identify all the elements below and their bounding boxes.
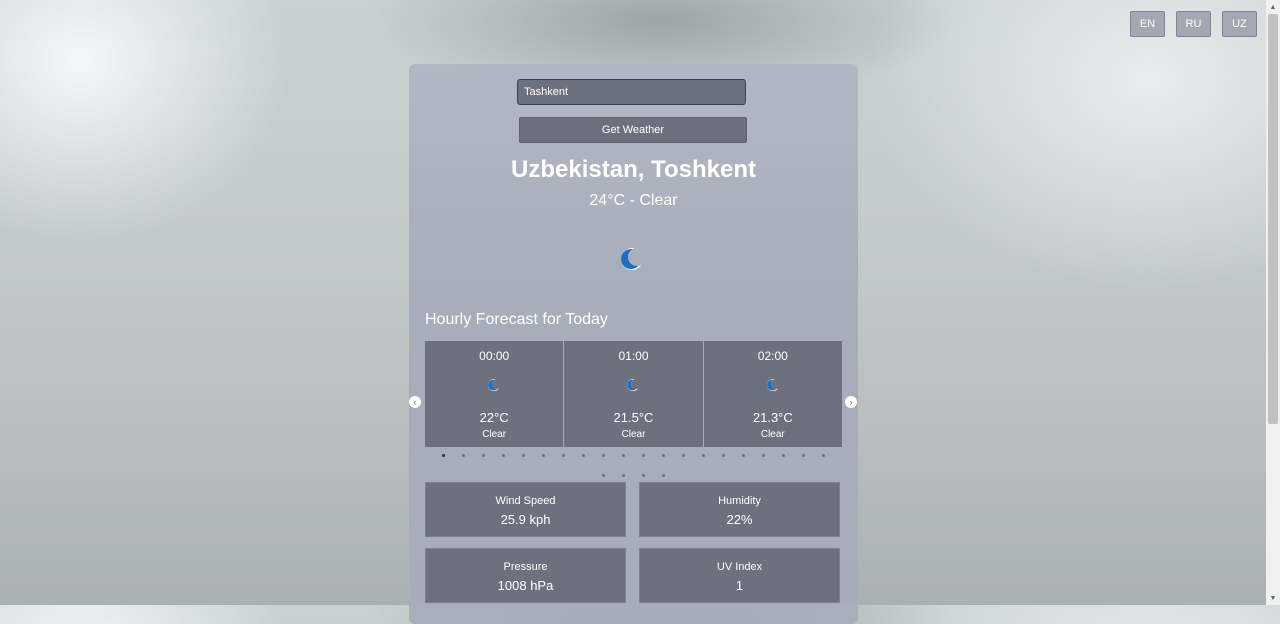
uv-index-panel: UV Index 1: [639, 548, 840, 603]
carousel-dot[interactable]: [502, 454, 505, 457]
carousel-dot[interactable]: [622, 474, 625, 477]
pressure-label: Pressure: [503, 561, 548, 573]
hourly-condition: Clear: [482, 429, 507, 440]
location-title: Uzbekistan, Toshkent: [511, 156, 756, 183]
hourly-time: 02:00: [757, 349, 788, 363]
carousel-dot[interactable]: [622, 454, 625, 457]
carousel-dot[interactable]: [702, 454, 705, 457]
get-weather-button[interactable]: Get Weather: [519, 117, 747, 143]
weather-card: Tashkent Get Weather Uzbekistan, Toshken…: [409, 64, 858, 624]
hourly-temperature: 21.5°C: [613, 410, 654, 425]
carousel-next-chevron-icon[interactable]: ›: [845, 396, 857, 408]
hourly-time: 00:00: [479, 349, 510, 363]
hourly-forecast-title: Hourly Forecast for Today: [425, 311, 608, 328]
hourly-slide: 01:00 21.5°C Clear: [564, 341, 703, 447]
pressure-value: 1008 hPa: [497, 578, 554, 593]
current-temperature: 24°C - Clear: [589, 192, 678, 209]
carousel-prev-chevron-icon[interactable]: ‹: [409, 396, 421, 408]
hourly-condition: Clear: [621, 429, 646, 440]
crescent-moon-icon: [766, 379, 779, 391]
lang-ru-button[interactable]: RU: [1176, 11, 1211, 37]
hourly-temperature: 22°C: [479, 410, 509, 425]
lang-en-button[interactable]: EN: [1130, 11, 1165, 37]
humidity-value: 22%: [726, 512, 753, 527]
carousel-dot[interactable]: [482, 454, 485, 457]
humidity-panel: Humidity 22%: [639, 482, 840, 537]
carousel-dot[interactable]: [562, 454, 565, 457]
humidity-label: Humidity: [718, 495, 761, 507]
carousel-dot[interactable]: [522, 454, 525, 457]
crescent-moon-icon: [627, 379, 640, 391]
pressure-panel: Pressure 1008 hPa: [425, 548, 626, 603]
carousel-dot[interactable]: [462, 454, 465, 457]
wind-speed-panel: Wind Speed 25.9 kph: [425, 482, 626, 537]
uv-index-label: UV Index: [716, 561, 763, 573]
page-scrollbar[interactable]: ▲ ▼: [1266, 0, 1280, 605]
carousel-dot[interactable]: [782, 454, 785, 457]
carousel-dot[interactable]: [542, 454, 545, 457]
carousel-dot[interactable]: [642, 454, 645, 457]
carousel-dot[interactable]: [662, 454, 665, 457]
scroll-up-arrow-icon[interactable]: ▲: [1266, 0, 1280, 14]
wind-speed-value: 25.9 kph: [500, 512, 551, 527]
crescent-moon-icon: [621, 248, 643, 270]
wind-speed-label: Wind Speed: [495, 495, 556, 507]
lang-uz-button[interactable]: UZ: [1222, 11, 1257, 37]
carousel-dot[interactable]: [802, 454, 805, 457]
carousel-dot[interactable]: [682, 454, 685, 457]
hourly-carousel: 00:00 22°C Clear 01:00 21.5°C Clear 02:0…: [425, 341, 842, 447]
carousel-dot[interactable]: [602, 454, 605, 457]
crescent-moon-icon: [488, 379, 501, 391]
carousel-dot[interactable]: [602, 474, 605, 477]
hourly-slide: 00:00 22°C Clear: [425, 341, 564, 447]
hourly-time: 01:00: [618, 349, 649, 363]
hourly-temperature: 21.3°C: [752, 410, 793, 425]
carousel-dot[interactable]: [442, 454, 445, 457]
hourly-condition: Clear: [760, 429, 785, 440]
scroll-down-arrow-icon[interactable]: ▼: [1266, 591, 1280, 605]
scroll-thumb[interactable]: [1268, 14, 1278, 424]
carousel-dot[interactable]: [822, 454, 825, 457]
carousel-dot[interactable]: [762, 454, 765, 457]
language-switcher: EN RU UZ: [1130, 11, 1257, 37]
carousel-dot[interactable]: [722, 454, 725, 457]
carousel-dot[interactable]: [662, 474, 665, 477]
carousel-dot[interactable]: [582, 454, 585, 457]
city-search-input[interactable]: Tashkent: [517, 79, 746, 105]
hourly-slide: 02:00 21.3°C Clear: [703, 341, 842, 447]
carousel-dot[interactable]: [642, 474, 645, 477]
uv-index-value: 1: [735, 578, 744, 593]
carousel-dot[interactable]: [742, 454, 745, 457]
